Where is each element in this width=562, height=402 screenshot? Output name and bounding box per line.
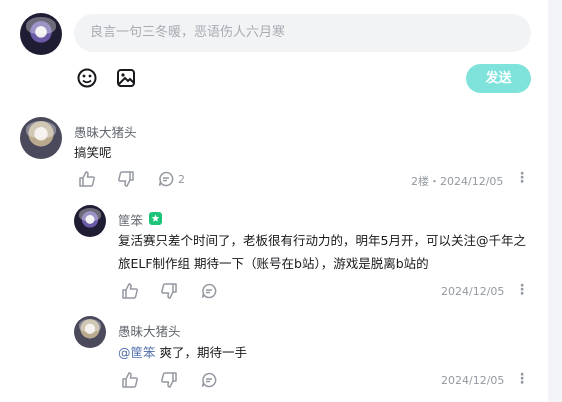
reply-text-line-2: 旅ELF制作组 期待一下（账号在b站），游戏是脱离b站的 (118, 256, 429, 271)
comment-icon[interactable] (200, 282, 218, 300)
reply-text: 复活赛只差个时间了，老板很有行动力的，明年5月开，可以关注@千年之 (118, 233, 526, 248)
thumb-down-icon[interactable] (160, 371, 178, 389)
emoji-icon[interactable] (76, 67, 98, 89)
more-icon[interactable]: ⋮ (515, 170, 529, 186)
reply-text-body: 爽了，期待一手 (155, 345, 247, 360)
comment-input[interactable]: 良言一句三冬暖，恶语伤人六月寒 (74, 14, 531, 52)
avatar[interactable] (74, 205, 106, 237)
comment-icon[interactable] (157, 170, 175, 188)
thumb-down-icon[interactable] (160, 282, 178, 300)
more-icon[interactable]: ⋮ (515, 371, 529, 387)
right-scroll-gutter (548, 0, 562, 402)
reply-username[interactable]: 筐笨 (118, 210, 143, 229)
reply-text: @筐笨 爽了，期待一手 (118, 342, 247, 364)
thumb-up-icon[interactable] (78, 170, 96, 188)
comment-icon[interactable] (200, 371, 218, 389)
comment-floor: 2楼・2024/12/05 (411, 173, 503, 189)
image-icon[interactable] (115, 67, 137, 89)
send-button[interactable]: 发送 (466, 64, 531, 93)
comment-date: 2024/12/05 (440, 175, 504, 188)
reply-username[interactable]: 愚昧大猪头 (118, 321, 181, 340)
thumb-up-icon[interactable] (121, 371, 139, 389)
current-user-avatar (20, 13, 62, 55)
comment-text: 搞笑呢 (74, 145, 112, 160)
verified-badge-icon (149, 212, 162, 225)
more-icon[interactable]: ⋮ (515, 282, 529, 298)
floor-label: 2楼 (411, 175, 429, 188)
reply-date: 2024/12/05 (441, 374, 505, 387)
reply-count: 2 (178, 173, 185, 186)
reply-date: 2024/12/05 (441, 285, 505, 298)
avatar[interactable] (74, 316, 106, 348)
thumb-down-icon[interactable] (117, 170, 135, 188)
meta-separator: ・ (429, 175, 440, 188)
comment-username[interactable]: 愚昧大猪头 (74, 122, 137, 141)
thumb-up-icon[interactable] (121, 282, 139, 300)
reply-text-line-1: 复活赛只差个时间了，老板很有行动力的，明年5月开，可以关注@千年之 (118, 230, 526, 252)
avatar[interactable] (20, 117, 62, 159)
mention-link[interactable]: @筐笨 (118, 345, 156, 360)
